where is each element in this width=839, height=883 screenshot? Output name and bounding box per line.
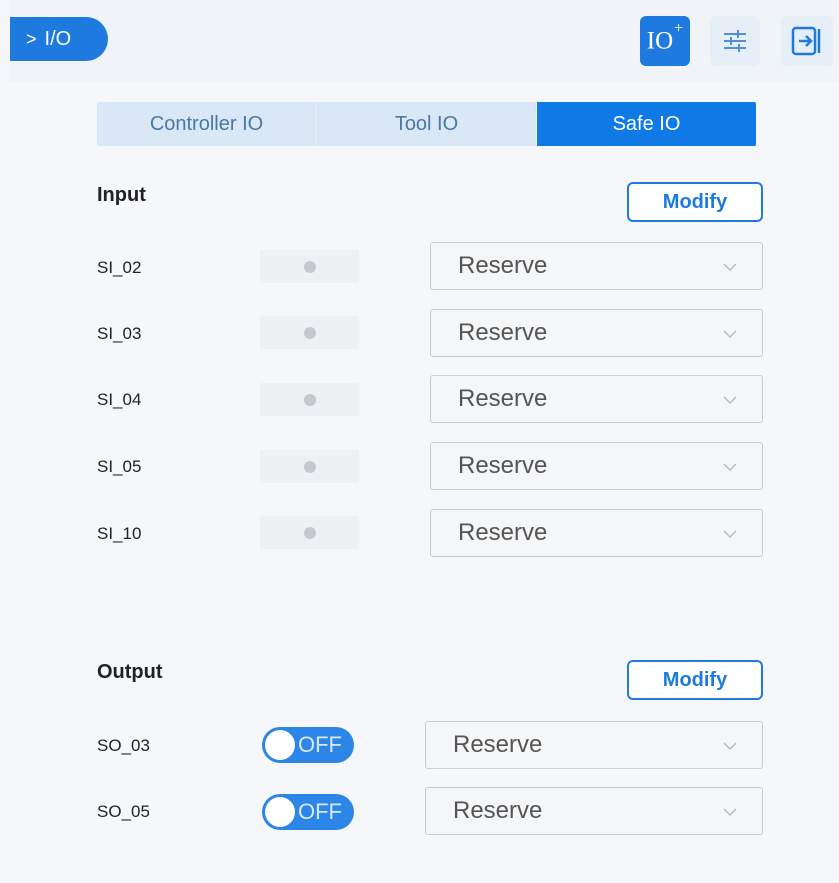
input-function-select[interactable]: Reserve [430,509,763,557]
input-row-label: SI_10 [97,524,142,543]
input-status-indicator [260,250,359,283]
input-status-indicator [260,383,359,416]
status-dot-icon [303,260,316,273]
top-bar: > I/O IO+ [0,0,839,82]
io-tabs: Controller IO Tool IO Safe IO [97,102,756,146]
output-toggle[interactable]: OFF [262,794,354,830]
select-value: Reserve [453,731,543,758]
io-add-button[interactable]: IO+ [640,16,690,66]
sliders-icon [724,30,746,52]
toggle-state: OFF [298,799,342,824]
input-function-select[interactable]: Reserve [430,242,763,290]
io-add-icon: IO+ [646,20,684,55]
select-value: Reserve [458,519,548,546]
toggle-state: OFF [298,732,342,757]
chevron-down-icon [723,742,737,751]
input-status-indicator [260,450,359,483]
input-row-label: SI_04 [97,390,142,409]
settings-sliders-button[interactable] [710,16,760,66]
toggle-knob [265,730,295,760]
status-dot-icon [303,460,316,473]
breadcrumb-io[interactable]: > I/O [10,17,108,61]
select-value: Reserve [458,385,548,412]
input-section-title: Input [97,184,146,206]
output-row-label: SO_05 [97,802,150,821]
input-status-indicator [260,516,359,549]
chevron-down-icon [723,263,737,272]
chevron-down-icon [723,330,737,339]
chevron-down-icon [723,396,737,405]
exit-icon [791,26,821,56]
breadcrumb-label: I/O [44,27,72,50]
chevron-down-icon [723,530,737,539]
output-function-select[interactable]: Reserve [425,721,763,769]
output-section-title: Output [97,661,163,683]
exit-button[interactable] [781,16,833,66]
input-row-label: SI_03 [97,324,142,343]
input-modify-button[interactable]: Modify [627,182,763,222]
select-value: Reserve [458,452,548,479]
chevron-right-icon: > [26,28,37,49]
tab-tool-io[interactable]: Tool IO [316,102,536,146]
chevron-down-icon [723,808,737,817]
tab-safe-io[interactable]: Safe IO [536,102,756,146]
output-function-select[interactable]: Reserve [425,787,763,835]
output-row-label: SO_03 [97,736,150,755]
tab-controller-io[interactable]: Controller IO [97,102,316,146]
toggle-knob [265,797,295,827]
select-value: Reserve [458,319,548,346]
input-status-indicator [260,316,359,349]
input-row-label: SI_05 [97,457,142,476]
input-function-select[interactable]: Reserve [430,375,763,423]
output-toggle[interactable]: OFF [262,727,354,763]
output-modify-button[interactable]: Modify [627,660,763,700]
status-dot-icon [303,393,316,406]
input-function-select[interactable]: Reserve [430,309,763,357]
status-dot-icon [303,526,316,539]
select-value: Reserve [458,252,548,279]
select-value: Reserve [453,797,543,824]
input-row-label: SI_02 [97,258,142,277]
status-dot-icon [303,326,316,339]
input-function-select[interactable]: Reserve [430,442,763,490]
chevron-down-icon [723,463,737,472]
